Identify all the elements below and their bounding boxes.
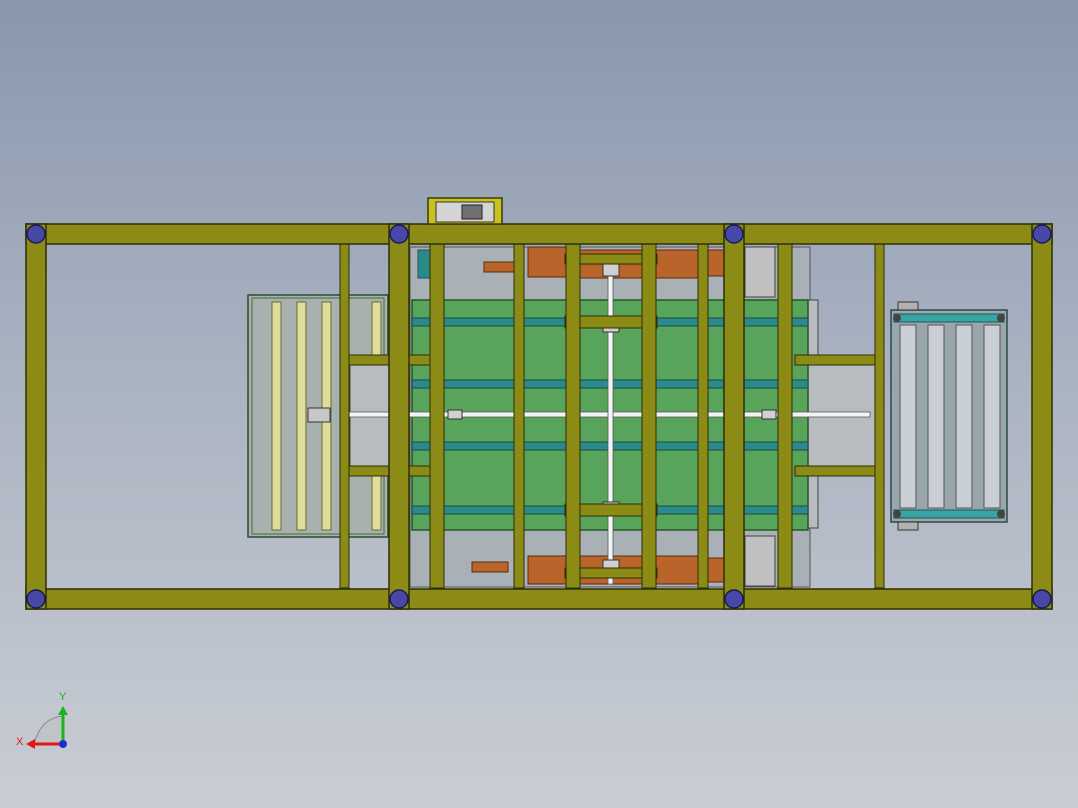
node <box>1032 224 1052 244</box>
node <box>724 224 744 244</box>
node <box>1032 589 1052 609</box>
roller <box>983 324 1001 509</box>
node <box>389 224 409 244</box>
frame-left-post <box>25 223 47 610</box>
roller <box>899 324 917 509</box>
frame-bottom-beam <box>25 588 1053 610</box>
cad-viewport[interactable]: Y X <box>0 0 1078 808</box>
node <box>26 224 46 244</box>
motor <box>307 407 331 423</box>
roller <box>927 324 945 509</box>
x-axis-arrow <box>26 739 35 749</box>
frame-right-post <box>1031 223 1053 610</box>
x-axis-label: X <box>16 736 24 748</box>
frame-top-beam <box>25 223 1053 245</box>
top-motor-box[interactable] <box>427 197 503 225</box>
frame-post <box>388 223 410 610</box>
roller <box>271 301 282 531</box>
triad-plane <box>33 715 64 746</box>
roller <box>955 324 973 509</box>
model-drawing[interactable]: Y X <box>0 0 1078 808</box>
coordinate-triad: Y X <box>16 691 68 749</box>
node <box>26 589 46 609</box>
node <box>389 589 409 609</box>
y-axis-arrow <box>58 706 68 715</box>
z-axis <box>59 740 67 748</box>
frame-post <box>723 223 745 610</box>
right-roller-conveyor[interactable] <box>890 301 1008 531</box>
y-axis-label: Y <box>59 691 67 703</box>
roller <box>296 301 307 531</box>
node <box>724 589 744 609</box>
